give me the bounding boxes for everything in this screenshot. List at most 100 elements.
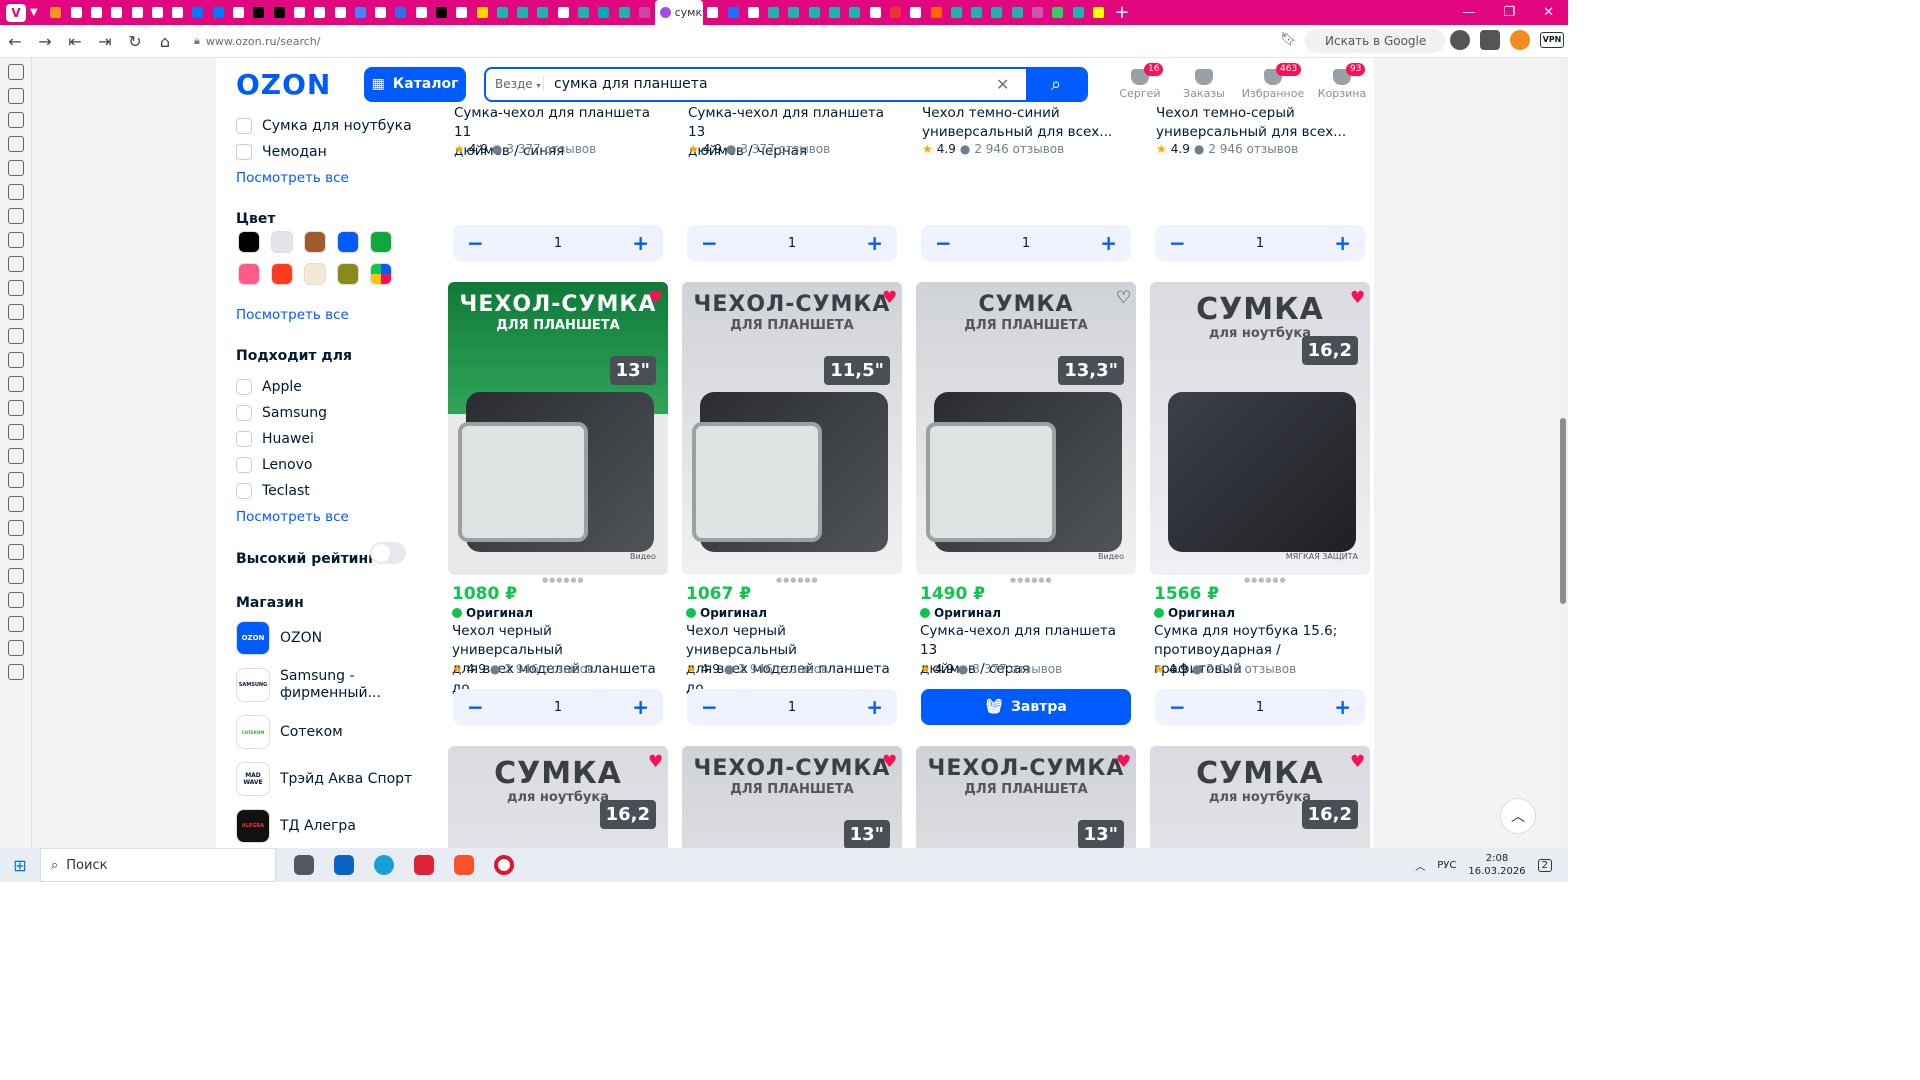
filter-fits-samsung[interactable]: Samsung xyxy=(236,405,327,421)
favorite-heart-icon[interactable]: ♥ xyxy=(882,754,900,771)
brave-icon[interactable] xyxy=(444,848,484,882)
browser-tab[interactable] xyxy=(350,0,370,25)
ozon-logo[interactable]: OZON xyxy=(236,68,346,101)
sync-icon[interactable] xyxy=(7,352,24,368)
favorite-heart-icon[interactable]: ♥ xyxy=(882,290,900,307)
lock-icon[interactable]: 🔒︎ xyxy=(194,34,200,48)
minus-button[interactable]: − xyxy=(467,695,484,719)
quantity-stepper[interactable]: − 1 + xyxy=(921,225,1131,261)
color-swatch[interactable] xyxy=(238,263,260,285)
browser-tab[interactable] xyxy=(472,0,492,25)
reading-list-icon[interactable] xyxy=(7,88,24,104)
add-to-cart-button[interactable]: 🧺︎ Завтра xyxy=(921,689,1131,725)
product-image[interactable]: ЧЕХОЛ-СУМКА ДЛЯ ПЛАНШЕТА 13" xyxy=(682,746,902,848)
outlook-icon[interactable] xyxy=(324,848,364,882)
clear-search-icon[interactable]: ✕ xyxy=(996,75,1026,94)
image-pagination-dots[interactable]: ●●●●●● xyxy=(1244,576,1287,584)
task-view-icon[interactable] xyxy=(284,848,324,882)
browser-tab[interactable] xyxy=(987,0,1007,25)
browser-tab[interactable] xyxy=(1088,0,1108,25)
shop-td-alegra[interactable]: ALEGRA ТД Алегра xyxy=(236,809,356,843)
color-swatch[interactable] xyxy=(271,231,293,253)
search-input[interactable]: сумка для планшета xyxy=(544,76,996,92)
favorites-link[interactable]: 463 Избранное xyxy=(1236,62,1310,100)
vk-icon[interactable] xyxy=(7,496,24,512)
product-image[interactable]: СУМКА ДЛЯ ПЛАНШЕТА 13,3" Видео xyxy=(916,282,1136,575)
browser-tab[interactable] xyxy=(845,0,865,25)
close-window-icon[interactable]: ✕ xyxy=(1543,5,1554,20)
browser-tab[interactable] xyxy=(86,0,106,25)
minus-button[interactable]: − xyxy=(701,231,718,255)
quantity-stepper[interactable]: − 1 + xyxy=(1155,225,1365,261)
product-image[interactable]: ЧЕХОЛ-СУМКА ДЛЯ ПЛАНШЕТА 13" xyxy=(916,746,1136,848)
shop-sotekom[interactable]: СОТЕКОМ Сотеком xyxy=(236,715,343,749)
shop-samsung[interactable]: SAMSUNG Samsung - фирменный... xyxy=(236,668,381,702)
color-swatch[interactable] xyxy=(337,231,359,253)
product-image[interactable]: СУМКА для ноутбука 16,2 МЯГКАЯ ЗАЩИТА xyxy=(1150,282,1370,575)
browser-tab[interactable] xyxy=(824,0,844,25)
checkbox[interactable] xyxy=(236,379,252,395)
vivaldi-menu-icon[interactable]: V xyxy=(6,3,26,22)
opera-icon[interactable] xyxy=(484,848,524,882)
sp-icon[interactable] xyxy=(7,592,24,608)
image-pagination-dots[interactable]: ●●●●●● xyxy=(1010,576,1053,584)
browser-tab[interactable] xyxy=(723,0,743,25)
quantity-stepper[interactable]: − 1 + xyxy=(1155,689,1365,725)
checkbox[interactable] xyxy=(236,457,252,473)
notifications-icon[interactable]: 2 xyxy=(1537,858,1552,872)
browser-tab[interactable] xyxy=(147,0,167,25)
google-search-field[interactable]: Искать в Google xyxy=(1305,29,1445,53)
color-swatch[interactable] xyxy=(337,263,359,285)
shield-extension-icon[interactable] xyxy=(1480,30,1500,50)
feeds-icon[interactable] xyxy=(7,304,24,320)
new-tab-button[interactable]: + xyxy=(1115,2,1130,23)
history-icon[interactable] xyxy=(7,136,24,152)
vk-icon[interactable] xyxy=(7,448,24,464)
browser-tab[interactable] xyxy=(926,0,946,25)
filter-type-laptop-bag[interactable]: Сумка для ноутбука xyxy=(236,118,412,134)
plus-button[interactable]: + xyxy=(1334,695,1351,719)
browser-tab[interactable] xyxy=(391,0,411,25)
browser-tab[interactable] xyxy=(906,0,926,25)
browser-tab[interactable] xyxy=(66,0,86,25)
quantity-stepper[interactable]: − 1 + xyxy=(687,225,897,261)
favorite-heart-icon[interactable]: ♥ xyxy=(1350,290,1368,307)
browser-tab-active[interactable]: сумк xyxy=(654,0,703,25)
profile-link[interactable]: 16 Сергей xyxy=(1108,62,1172,100)
sp-icon[interactable] xyxy=(7,640,24,656)
favorite-heart-icon[interactable]: ♥ xyxy=(1116,754,1134,771)
edge-icon[interactable] xyxy=(364,848,404,882)
browser-tab[interactable] xyxy=(513,0,533,25)
browser-tab[interactable] xyxy=(127,0,147,25)
page-scrollbar[interactable] xyxy=(1558,58,1568,848)
browser-tab[interactable] xyxy=(804,0,824,25)
favorite-heart-icon[interactable]: ♥ xyxy=(1350,754,1368,771)
checkbox[interactable] xyxy=(236,144,252,160)
first-page-icon[interactable]: ⇤ xyxy=(60,32,90,51)
image-pagination-dots[interactable]: ●●●●●● xyxy=(776,576,819,584)
clock[interactable]: 2:08 16.03.2026 xyxy=(1468,852,1525,878)
color-swatch[interactable] xyxy=(370,231,392,253)
minus-button[interactable]: − xyxy=(467,231,484,255)
color-swatch[interactable] xyxy=(304,263,326,285)
browser-tab[interactable] xyxy=(1048,0,1068,25)
plus-button[interactable]: + xyxy=(632,231,649,255)
vivaldi-panel-icon[interactable] xyxy=(7,400,24,416)
search-button[interactable]: ⌕ xyxy=(1026,68,1086,100)
mastodon-icon[interactable] xyxy=(7,376,24,392)
browser-tab[interactable] xyxy=(634,0,654,25)
windows-start-icon[interactable]: ⊞ xyxy=(0,856,40,875)
sp-icon[interactable] xyxy=(7,616,24,632)
product-title[interactable]: Чехол темно-серый универсальный для всех.… xyxy=(1156,104,1368,142)
bookmarks-icon[interactable] xyxy=(7,64,24,80)
shop-trade-aqua-sport[interactable]: MAD WAVE Трэйд Аква Спорт xyxy=(236,762,412,796)
minus-button[interactable]: − xyxy=(935,231,952,255)
browser-tab[interactable] xyxy=(966,0,986,25)
filter-type-suitcase[interactable]: Чемодан xyxy=(236,144,327,160)
contacts-icon[interactable] xyxy=(7,328,24,344)
browser-tab[interactable] xyxy=(594,0,614,25)
plus-button[interactable]: + xyxy=(1334,231,1351,255)
browser-tab[interactable] xyxy=(614,0,634,25)
browser-tab[interactable] xyxy=(208,0,228,25)
window-panel-icon[interactable] xyxy=(7,184,24,200)
